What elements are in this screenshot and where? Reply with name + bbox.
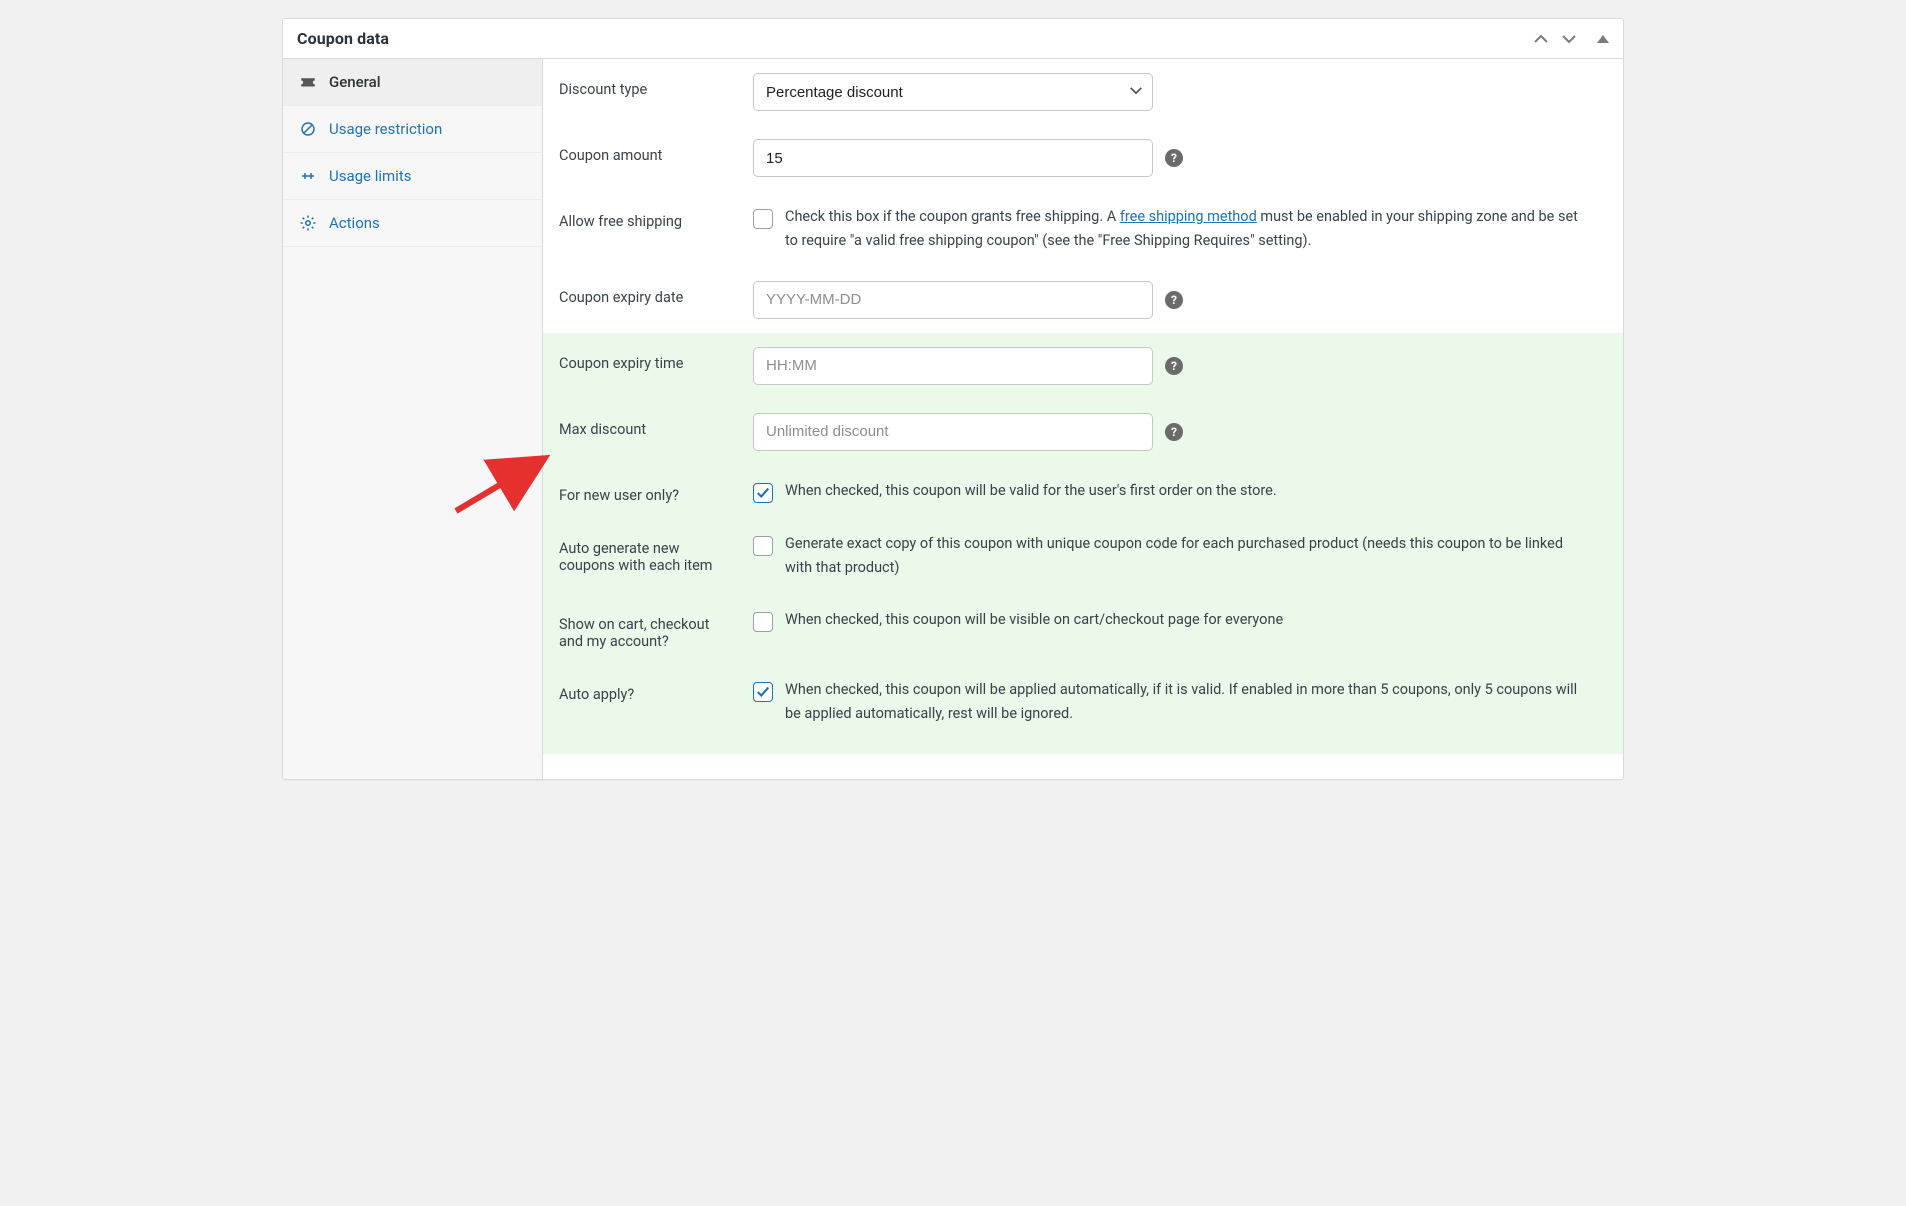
general-tab-content: Discount type Percentage discount — [543, 59, 1623, 779]
tab-actions-label: Actions — [329, 214, 380, 232]
tab-general-label: General — [329, 73, 381, 91]
coupon-tabs-sidebar: General Usage restriction Usage limits — [283, 59, 543, 779]
free-shipping-method-link[interactable]: free shipping method — [1120, 208, 1257, 225]
panel-title: Coupon data — [297, 29, 389, 48]
move-down-button[interactable] — [1561, 31, 1577, 47]
auto-apply-checkbox[interactable] — [753, 682, 773, 702]
max-discount-input[interactable] — [753, 413, 1153, 451]
discount-type-label: Discount type — [559, 73, 737, 98]
field-expiry-time: Coupon expiry time ? — [543, 333, 1623, 399]
coupon-amount-label: Coupon amount — [559, 139, 737, 164]
auto-apply-desc: When checked, this coupon will be applie… — [785, 678, 1585, 726]
help-icon[interactable]: ? — [1165, 149, 1183, 167]
panel-header-actions — [1533, 31, 1609, 47]
coupon-amount-input[interactable] — [753, 139, 1153, 177]
auto-generate-label: Auto generate new coupons with each item — [559, 532, 737, 574]
new-user-only-label: For new user only? — [559, 479, 737, 504]
field-expiry-date: Coupon expiry date ? — [543, 267, 1623, 333]
new-user-only-checkbox[interactable] — [753, 483, 773, 503]
field-auto-generate: Auto generate new coupons with each item… — [543, 518, 1623, 594]
free-shipping-checkbox[interactable] — [753, 209, 773, 229]
show-on-cart-checkbox[interactable] — [753, 612, 773, 632]
free-shipping-desc: Check this box if the coupon grants free… — [785, 205, 1585, 253]
field-free-shipping: Allow free shipping Check this box if th… — [543, 191, 1623, 267]
tab-usage-limits[interactable]: Usage limits — [283, 153, 542, 200]
auto-generate-desc: Generate exact copy of this coupon with … — [785, 532, 1585, 580]
collapse-button[interactable] — [1597, 33, 1609, 45]
expiry-date-input[interactable] — [753, 281, 1153, 319]
limits-icon — [299, 167, 317, 185]
tab-usage-restriction[interactable]: Usage restriction — [283, 106, 542, 153]
gear-icon — [299, 214, 317, 232]
field-new-user-only: For new user only? When checked, this co… — [543, 465, 1623, 518]
expiry-time-label: Coupon expiry time — [559, 347, 737, 372]
auto-apply-label: Auto apply? — [559, 678, 737, 703]
field-auto-apply: Auto apply? When checked, this coupon wi… — [543, 664, 1623, 754]
move-up-button[interactable] — [1533, 31, 1549, 47]
field-show-on-cart: Show on cart, checkout and my account? W… — [543, 594, 1623, 664]
tab-usage-limits-label: Usage limits — [329, 167, 411, 185]
help-icon[interactable]: ? — [1165, 291, 1183, 309]
tab-actions[interactable]: Actions — [283, 200, 542, 247]
ticket-icon — [299, 73, 317, 91]
expiry-date-label: Coupon expiry date — [559, 281, 737, 306]
tab-usage-restriction-label: Usage restriction — [329, 120, 442, 138]
ban-icon — [299, 120, 317, 138]
help-icon[interactable]: ? — [1165, 357, 1183, 375]
tab-general[interactable]: General — [283, 59, 542, 106]
field-discount-type: Discount type Percentage discount — [543, 59, 1623, 125]
max-discount-label: Max discount — [559, 413, 737, 438]
show-on-cart-desc: When checked, this coupon will be visibl… — [785, 608, 1283, 632]
field-max-discount: Max discount ? — [543, 399, 1623, 465]
free-shipping-label: Allow free shipping — [559, 205, 737, 230]
help-icon[interactable]: ? — [1165, 423, 1183, 441]
expiry-time-input[interactable] — [753, 347, 1153, 385]
new-user-only-desc: When checked, this coupon will be valid … — [785, 479, 1277, 503]
panel-header: Coupon data — [283, 19, 1623, 59]
field-coupon-amount: Coupon amount ? — [543, 125, 1623, 191]
show-on-cart-label: Show on cart, checkout and my account? — [559, 608, 737, 650]
discount-type-select[interactable]: Percentage discount — [753, 73, 1153, 111]
coupon-data-panel: Coupon data — [282, 18, 1624, 780]
auto-generate-checkbox[interactable] — [753, 536, 773, 556]
